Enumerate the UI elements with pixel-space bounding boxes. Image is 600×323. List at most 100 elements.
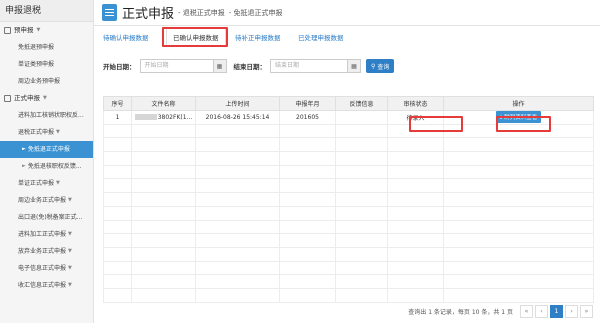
table-row-empty (103, 123, 594, 139)
table-row-empty (103, 219, 594, 235)
view-attachment-label: 附列资料查看 (504, 115, 538, 122)
filter-bar: 开始日期： 开始日期 ▦ 结束日期： 结束日期 ▦ ⚲ 查询 (94, 56, 600, 76)
calendar-icon[interactable]: ▦ (348, 59, 361, 73)
redacted-mask (134, 114, 157, 121)
chevron-right-icon: ► (22, 163, 26, 169)
cell-upload-time: 2016-08-26 15:45:14 (195, 110, 280, 125)
tab-pending-correction[interactable]: 待补正申报数据 (235, 32, 281, 42)
breadcrumb-1: - 退税正式申报 (178, 8, 225, 17)
search-icon: ⚲ (371, 62, 376, 70)
column-header: 序号 (103, 96, 132, 111)
tab-processed[interactable]: 已处理申报数据 (298, 32, 344, 42)
sidebar-item-label: 电子信息正式申报 (18, 265, 67, 272)
chevron-down-icon: ▼ (68, 248, 72, 254)
page-number-button[interactable]: 1 (550, 304, 563, 318)
file-name-text: 3802FK(1... (157, 113, 193, 121)
sidebar-item-label: 出口退(免)税备案正式... (18, 214, 83, 221)
page-header: 正式申报 - 退税正式申报 - 免抵退正式申报 (94, 0, 600, 26)
sidebar-item-mdt-pre[interactable]: 免抵退预申报 (0, 39, 93, 56)
tab-bar: 待确认申报数据 已确认申报数据 待补正申报数据 已处理申报数据 (94, 26, 600, 48)
view-attachment-button[interactable]: ⤓ 附列资料查看 (495, 111, 542, 124)
table-row-empty (103, 205, 594, 221)
sidebar-group-label: 预申报 (14, 26, 34, 34)
chevron-down-icon: ▼ (68, 197, 72, 203)
column-header: 申报年月 (279, 96, 336, 111)
table-row-empty (103, 151, 594, 166)
cell-action: ⤓ 附列资料查看 (443, 110, 594, 125)
sidebar-item-label: 免抵退正式申报 (27, 146, 70, 153)
sidebar-item-doc-formal[interactable]: 单证正式申报 ▼ (0, 175, 93, 192)
sidebar-item-label: 进料加工核销状职权反... (18, 112, 84, 119)
prev-page-button[interactable]: ‹ (535, 304, 548, 318)
table-row-empty (103, 164, 594, 180)
sidebar-group-label: 正式申报 (14, 94, 40, 102)
sidebar-item-receipt-formal[interactable]: 收汇信息正式申报 ▼ (0, 277, 93, 294)
sidebar-item-processing-formal[interactable]: 进料加工正式申报 ▼ (0, 226, 93, 243)
cell-feedback (335, 110, 388, 125)
last-page-button[interactable]: » (580, 304, 593, 318)
table-row-empty (103, 287, 594, 303)
query-button-label: 查询 (377, 63, 390, 71)
cell-status: 待录入 (387, 110, 444, 125)
cell-period: 201605 (279, 110, 336, 125)
table-row[interactable]: 1 3802FK(1... 2016-08-26 15:45:14 201605… (103, 110, 594, 125)
chevron-down-icon: ▼ (68, 282, 72, 288)
start-date-label: 开始日期： (103, 63, 136, 71)
pagination-info: 查询出 1 条记录，每页 10 条，共 1 页 (408, 308, 513, 316)
cell-file-name: 3802FK(1... (131, 110, 196, 125)
sidebar-item-refund-formal[interactable]: 退税正式申报 ▼ (0, 124, 93, 141)
sidebar-item-einfo-formal[interactable]: 电子信息正式申报 ▼ (0, 260, 93, 277)
chevron-down-icon: ▼ (43, 95, 47, 101)
table-row-empty (103, 274, 594, 289)
sidebar-item-doc-pre[interactable]: 单证类预申报 (0, 56, 93, 73)
document-icon (4, 27, 11, 34)
sidebar-item-label: 单证正式申报 (18, 180, 55, 187)
tab-pending-confirm[interactable]: 待确认申报数据 (103, 32, 149, 42)
table-row-empty (103, 260, 594, 276)
sidebar-group-pre[interactable]: 预申报 ▼ (0, 22, 93, 39)
sidebar-item-mdt-feedback[interactable]: ► 免抵退核职权反馈... (0, 158, 93, 175)
cell-index: 1 (103, 110, 132, 125)
next-page-button[interactable]: › (565, 304, 578, 318)
breadcrumb-2: - 免抵退正式申报 (228, 8, 283, 17)
sidebar-item-label: 收汇信息正式申报 (18, 282, 67, 289)
column-header: 反馈信息 (335, 96, 388, 111)
page-title: 正式申报 (122, 7, 175, 22)
document-icon (4, 95, 11, 102)
column-header: 文件名称 (131, 96, 196, 111)
table-row-empty (103, 137, 594, 153)
sidebar-item-mdt-formal[interactable]: ► 免抵退正式申报 (0, 141, 93, 158)
data-table: 序号 文件名称 上传时间 申报年月 反馈信息 审核状态 操作 1 3802FK(… (103, 96, 594, 303)
sidebar: 申报退税 预申报 ▼ 免抵退预申报 单证类预申报 周边业务预申报 正式申报 ▼ … (0, 0, 94, 323)
chevron-down-icon: ▼ (56, 180, 60, 186)
sidebar-item-processing[interactable]: 进料加工核销状职权反... (0, 107, 93, 124)
chevron-down-icon: ▼ (36, 27, 41, 33)
column-header: 审核状态 (387, 96, 444, 111)
chevron-down-icon: ▼ (68, 231, 72, 237)
sidebar-item-label: 周边业务正式申报 (18, 197, 67, 204)
tab-confirmed[interactable]: 已确认申报数据 (166, 28, 226, 45)
sidebar-item-abandon-formal[interactable]: 放弃业务正式申报 ▼ (0, 243, 93, 260)
chevron-right-icon: ► (22, 146, 26, 152)
chevron-down-icon: ▼ (68, 265, 72, 271)
calendar-icon[interactable]: ▦ (213, 59, 227, 73)
query-button[interactable]: ⚲ 查询 (366, 59, 395, 73)
table-row-empty (103, 246, 594, 262)
document-icon (102, 4, 117, 21)
sidebar-item-export-record[interactable]: 出口退(免)税备案正式... (0, 209, 93, 226)
sidebar-title: 申报退税 (0, 0, 93, 22)
sidebar-item-label: 退税正式申报 (18, 129, 55, 136)
sidebar-item-label: 进料加工正式申报 (18, 231, 67, 238)
end-date-label: 结束日期： (233, 63, 267, 71)
end-date-input[interactable]: 结束日期 (270, 59, 348, 73)
sidebar-item-peripheral-formal[interactable]: 周边业务正式申报 ▼ (0, 192, 93, 209)
first-page-button[interactable]: « (520, 304, 533, 318)
sidebar-item-label: 免抵退核职权反馈... (27, 163, 82, 170)
start-date-input[interactable]: 开始日期 (139, 59, 214, 73)
sidebar-group-formal[interactable]: 正式申报 ▼ (0, 90, 93, 107)
pagination: 查询出 1 条记录，每页 10 条，共 1 页 « ‹ 1 › » (94, 302, 600, 320)
chevron-down-icon: ▼ (56, 129, 60, 135)
column-header: 上传时间 (195, 96, 280, 111)
status-badge: 待录入 (406, 114, 425, 122)
sidebar-item-peripheral-pre[interactable]: 周边业务预申报 (0, 73, 93, 90)
